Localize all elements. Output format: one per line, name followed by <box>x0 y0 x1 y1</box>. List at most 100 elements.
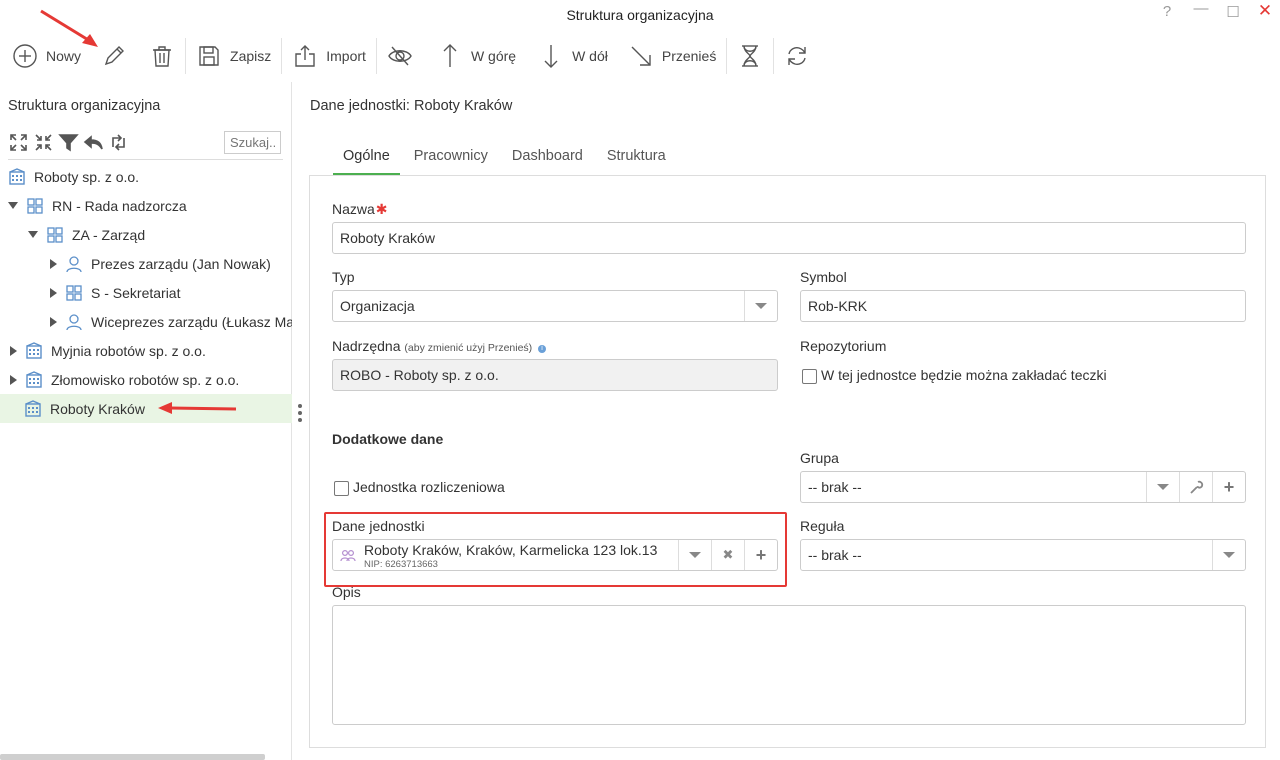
org-tree-panel: Struktura organizacyjna Roboty sp. z o.o… <box>0 82 292 760</box>
name-label: Nazwa✱ <box>332 201 388 217</box>
window-title: Struktura organizacyjna <box>566 7 714 23</box>
close-button[interactable]: ✕ <box>1254 1 1276 21</box>
repo-checkbox[interactable] <box>802 369 817 384</box>
tree-search-input[interactable] <box>224 131 281 154</box>
history-button[interactable] <box>731 36 769 76</box>
tree-item-label: Roboty Kraków <box>50 400 145 417</box>
symbol-input[interactable]: Rob-KRK <box>800 290 1246 322</box>
annotation-highlight-box <box>324 512 787 587</box>
refresh-icon <box>788 47 807 65</box>
repo-label: Repozytorium <box>800 338 887 354</box>
tree-item-zlomowisko[interactable]: Złomowisko robotów sp. z o.o. <box>0 365 292 394</box>
panel-splitter[interactable] <box>298 404 302 425</box>
trash-icon <box>153 46 172 67</box>
group-config-button[interactable] <box>1179 472 1212 502</box>
org-unit-icon <box>47 226 63 243</box>
save-button[interactable]: Zapisz <box>190 36 277 76</box>
tree-item-label: ZA - Zarząd <box>72 226 146 243</box>
tree-item-myjnia[interactable]: Myjnia robotów sp. z o.o. <box>0 336 292 365</box>
title-bar: Struktura organizacyjna ? — ☐ ✕ <box>0 0 1280 30</box>
tree-item-sekretariat[interactable]: S - Sekretariat <box>0 278 292 307</box>
type-select-value: Organizacja <box>340 298 415 314</box>
undo-icon[interactable] <box>83 132 104 153</box>
move-button[interactable]: Przenieś <box>622 36 722 76</box>
org-unit-icon <box>66 284 82 301</box>
toolbar: Nowy Zapisz Import W górę W dół Przenieś <box>0 30 1280 82</box>
expand-all-icon[interactable] <box>8 132 29 153</box>
toolbar-separator <box>375 38 377 74</box>
save-button-label: Zapisz <box>230 48 272 64</box>
group-label: Grupa <box>800 450 839 466</box>
annotation-arrow-icon <box>158 402 237 414</box>
plus-icon: + <box>1223 476 1235 497</box>
tree-item-roboty-krakow[interactable]: Roboty Kraków <box>0 394 292 423</box>
hide-button[interactable] <box>381 36 419 76</box>
required-asterisk-icon: ✱ <box>375 201 388 217</box>
billing-unit-label: Jednostka rozliczeniowa <box>353 479 505 495</box>
chevron-down-icon <box>755 303 767 309</box>
group-select[interactable]: -- brak -- + <box>800 471 1246 503</box>
tree-item-roboty-spzoo[interactable]: Roboty sp. z o.o. <box>0 162 292 191</box>
minimize-button[interactable]: — <box>1190 0 1212 17</box>
help-button[interactable]: ? <box>1156 3 1178 20</box>
info-icon[interactable]: i <box>538 345 547 353</box>
tab-pracownicy[interactable]: Pracownicy <box>404 140 498 176</box>
tab-struktura[interactable]: Struktura <box>597 140 676 176</box>
tree-divider <box>8 159 283 160</box>
hourglass-icon <box>742 45 759 67</box>
tree-item-label: Roboty sp. z o.o. <box>34 168 140 185</box>
rule-label: Reguła <box>800 518 845 534</box>
description-label: Opis <box>332 584 361 600</box>
tab-dashboard[interactable]: Dashboard <box>502 140 593 176</box>
person-icon <box>66 313 82 330</box>
new-button-label: Nowy <box>46 48 82 64</box>
tree-item-label: S - Sekretariat <box>91 284 181 301</box>
group-dropdown-button[interactable] <box>1146 472 1179 502</box>
tree-item-za[interactable]: ZA - Zarząd <box>0 220 292 249</box>
wrench-icon <box>1189 480 1203 494</box>
parent-hint: (aby zmienić użyj Przenieś) <box>404 342 533 354</box>
building-icon <box>26 341 42 359</box>
caret-right-icon[interactable] <box>50 258 57 269</box>
caret-down-icon[interactable] <box>8 202 18 209</box>
annotation-arrow-icon <box>40 9 98 47</box>
name-input[interactable]: Roboty Kraków <box>332 222 1246 254</box>
rule-select-value: -- brak -- <box>808 547 862 563</box>
move-up-button[interactable]: W górę <box>431 36 522 76</box>
rule-select[interactable]: -- brak -- <box>800 539 1246 571</box>
org-unit-icon <box>27 197 43 214</box>
sync-icon[interactable] <box>108 132 129 153</box>
move-button-label: Przenieś <box>661 48 717 64</box>
billing-unit-checkbox[interactable] <box>334 481 349 496</box>
maximize-button[interactable]: ☐ <box>1222 3 1244 21</box>
tree-item-wiceprezes[interactable]: Wiceprezes zarządu (Łukasz Ma <box>0 307 292 336</box>
rule-dropdown-button[interactable] <box>1212 540 1245 570</box>
description-textarea[interactable] <box>332 605 1246 725</box>
tree-item-label: Prezes zarządu (Jan Nowak) <box>91 255 271 272</box>
refresh-button[interactable] <box>778 36 816 76</box>
collapse-all-icon[interactable] <box>33 132 54 153</box>
chevron-down-icon <box>1223 552 1235 558</box>
tree-item-prezes[interactable]: Prezes zarządu (Jan Nowak) <box>0 249 292 278</box>
tree-item-label: Myjnia robotów sp. z o.o. <box>51 342 206 359</box>
delete-button[interactable] <box>143 36 181 76</box>
toolbar-separator <box>773 38 775 74</box>
caret-right-icon[interactable] <box>10 374 17 385</box>
caret-right-icon[interactable] <box>10 345 17 356</box>
tab-ogolne[interactable]: Ogólne <box>333 140 400 176</box>
tree-item-label: RN - Rada nadzorcza <box>52 197 187 214</box>
tree-horizontal-scrollbar[interactable] <box>0 754 265 760</box>
filter-icon[interactable] <box>58 132 79 153</box>
caret-down-icon[interactable] <box>28 231 38 238</box>
move-down-label: W dół <box>572 48 608 64</box>
caret-right-icon[interactable] <box>50 287 57 298</box>
move-down-button[interactable]: W dół <box>532 36 614 76</box>
caret-right-icon[interactable] <box>50 316 57 327</box>
type-select[interactable]: Organizacja <box>332 290 778 322</box>
type-dropdown-button[interactable] <box>744 291 777 321</box>
tree-tools <box>8 130 129 154</box>
chevron-down-icon <box>1157 484 1169 490</box>
import-button[interactable]: Import <box>286 36 372 76</box>
group-add-button[interactable]: + <box>1212 472 1245 502</box>
tree-item-rn[interactable]: RN - Rada nadzorcza <box>0 191 292 220</box>
